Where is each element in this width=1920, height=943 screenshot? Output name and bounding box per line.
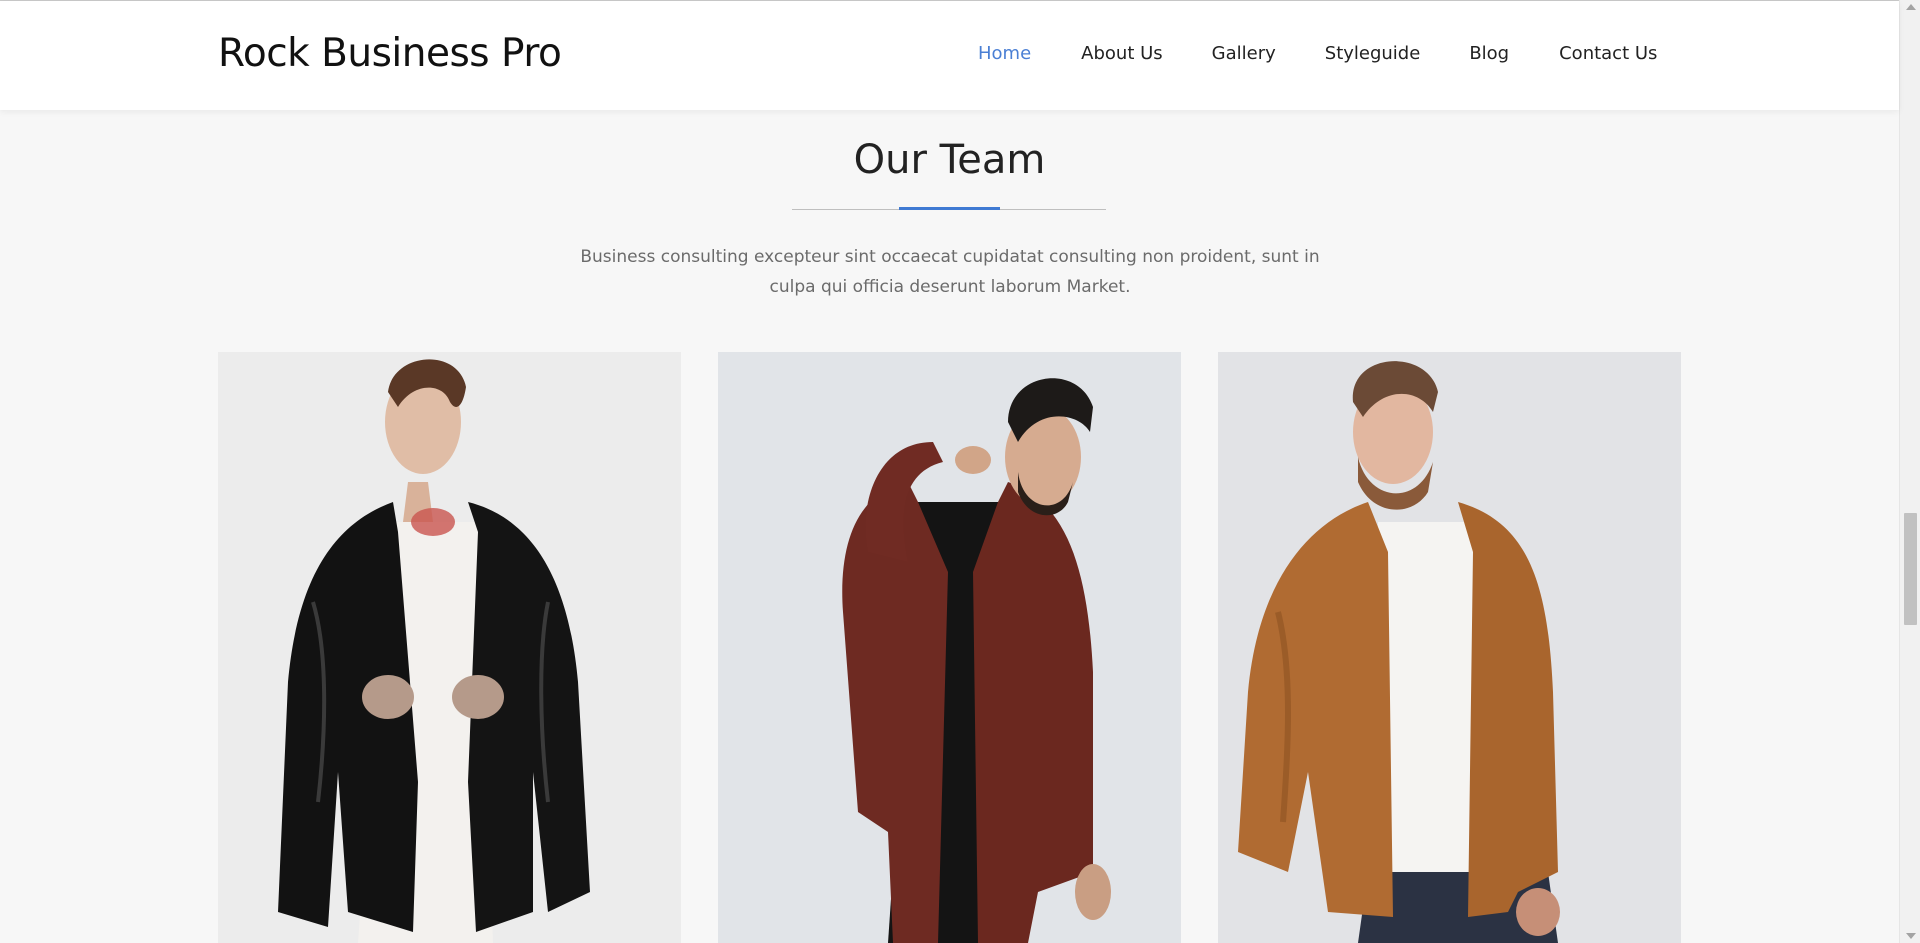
site-title[interactable]: Rock Business Pro (218, 31, 562, 76)
scrollbar-thumb[interactable] (1904, 513, 1917, 625)
nav-item-blog[interactable]: Blog (1469, 43, 1509, 64)
team-member-card[interactable] (718, 352, 1181, 943)
team-member-photo (278, 359, 590, 943)
main-nav: Home About Us Gallery Styleguide Blog Co… (978, 43, 1657, 64)
team-member-card[interactable] (218, 352, 681, 943)
nav-item-contact-us[interactable]: Contact Us (1559, 43, 1657, 64)
vertical-scrollbar[interactable] (1899, 0, 1920, 943)
nav-item-gallery[interactable]: Gallery (1212, 43, 1276, 64)
scroll-up-arrow-icon[interactable] (1906, 4, 1916, 10)
scroll-down-arrow-icon[interactable] (1906, 933, 1916, 939)
section-description: Business consulting excepteur sint occae… (580, 247, 1320, 297)
team-member-card[interactable] (1218, 352, 1681, 943)
nav-item-about-us[interactable]: About Us (1081, 43, 1163, 64)
site-header: Rock Business Pro Home About Us Gallery … (0, 1, 1899, 110)
section-title: Our Team (853, 137, 1046, 183)
nav-item-styleguide[interactable]: Styleguide (1325, 43, 1421, 64)
nav-item-home[interactable]: Home (978, 43, 1031, 64)
title-accent-bar (899, 207, 1000, 210)
team-member-photo (1238, 361, 1560, 943)
team-member-photo (842, 378, 1111, 943)
